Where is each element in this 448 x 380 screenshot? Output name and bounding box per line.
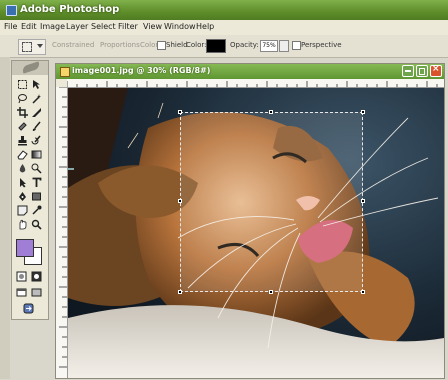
document-icon — [60, 67, 70, 77]
screen-mode-full-icon[interactable] — [31, 287, 42, 298]
shield-color-swatch[interactable] — [206, 39, 226, 53]
standard-mode-icon[interactable] — [16, 271, 27, 282]
workspace-left-edge — [0, 57, 10, 379]
opacity-stepper[interactable] — [279, 40, 289, 52]
crop-tool-icon[interactable] — [17, 107, 28, 118]
healing-brush-tool-icon[interactable] — [17, 121, 28, 132]
vertical-ruler[interactable] — [56, 86, 68, 378]
eyedropper-tool-icon[interactable] — [31, 205, 42, 216]
hand-tool-icon[interactable] — [17, 219, 28, 230]
proportions-option[interactable]: Proportions — [100, 41, 140, 49]
menu-file[interactable]: File — [4, 22, 17, 31]
rectangular-marquee-icon — [22, 42, 32, 52]
shield-label: Shield — [166, 41, 188, 49]
notes-tool-icon[interactable] — [17, 205, 28, 216]
maximize-button[interactable] — [416, 65, 428, 77]
close-button[interactable]: × — [430, 64, 442, 77]
menu-help[interactable]: Help — [196, 22, 214, 31]
screen-mode-standard-icon[interactable] — [16, 287, 27, 298]
path-selection-tool-icon[interactable] — [17, 177, 28, 188]
menu-select[interactable]: Select — [91, 22, 116, 31]
close-icon: × — [432, 64, 440, 74]
app-title: Adobe Photoshop — [20, 4, 120, 15]
clone-stamp-tool-icon[interactable] — [17, 135, 28, 146]
eraser-tool-icon[interactable] — [17, 149, 28, 160]
image-canvas[interactable] — [68, 88, 444, 378]
ruler-guide-marker[interactable] — [67, 168, 74, 170]
tool-preset-picker[interactable] — [18, 39, 46, 55]
minimize-button[interactable] — [402, 65, 414, 77]
shield-checkbox[interactable] — [157, 41, 166, 50]
gradient-tool-icon[interactable] — [31, 149, 42, 160]
menu-bar: File Edit Image Layer Select Filter View… — [0, 20, 448, 36]
menu-image[interactable]: Image — [40, 22, 65, 31]
magic-wand-tool-icon[interactable] — [31, 93, 42, 104]
chevron-down-icon — [37, 44, 43, 48]
transform-handle-bottom-left[interactable] — [178, 290, 182, 294]
mode-label: Color — [140, 41, 159, 49]
type-tool-icon[interactable] — [31, 177, 42, 188]
minimize-icon — [405, 70, 411, 72]
menu-layer[interactable]: Layer — [66, 22, 88, 31]
tool-options-bar: Constrained Proportions Color Shield Col… — [0, 35, 448, 58]
feather-logo-icon — [21, 61, 41, 74]
transform-bounding-box[interactable] — [178, 110, 365, 294]
constrained-option[interactable]: Constrained — [52, 41, 94, 49]
transform-handle-top-left[interactable] — [178, 110, 182, 114]
app-title-bar: Adobe Photoshop — [0, 0, 448, 20]
transform-handle-bottom[interactable] — [269, 290, 273, 294]
transform-handle-right[interactable] — [361, 199, 365, 203]
document-title: image001.jpg @ 30% (RGB/8#) — [72, 66, 211, 75]
lasso-tool-icon[interactable] — [17, 93, 28, 104]
perspective-label: Perspective — [301, 41, 342, 49]
transform-handle-bottom-right[interactable] — [361, 290, 365, 294]
perspective-checkbox[interactable] — [292, 41, 301, 50]
horizontal-ruler-ticks — [66, 81, 438, 87]
horizontal-ruler[interactable] — [66, 79, 444, 88]
menu-window[interactable]: Window — [164, 22, 196, 31]
pen-tool-icon[interactable] — [17, 191, 28, 202]
brush-tool-icon[interactable] — [31, 121, 42, 132]
photoshop-app-icon — [6, 5, 17, 16]
menu-view[interactable]: View — [143, 22, 162, 31]
document-title-bar[interactable]: image001.jpg @ 30% (RGB/8#) × — [56, 64, 444, 79]
dodge-tool-icon[interactable] — [31, 163, 42, 174]
shape-tool-icon[interactable] — [31, 191, 42, 202]
marquee-tool-icon[interactable] — [17, 79, 28, 90]
transform-handle-top-right[interactable] — [361, 110, 365, 114]
blur-tool-icon[interactable] — [17, 163, 28, 174]
zoom-tool-icon[interactable] — [31, 219, 42, 230]
opacity-label: Opacity: — [230, 41, 259, 49]
toolbox-header[interactable] — [12, 61, 48, 75]
maximize-icon — [419, 68, 425, 75]
toolbox — [11, 60, 49, 320]
color-label: Color: — [186, 41, 207, 49]
transform-handle-top[interactable] — [269, 110, 273, 114]
transform-handle-left[interactable] — [178, 199, 182, 203]
opacity-field[interactable]: 75% — [260, 40, 278, 52]
document-window: image001.jpg @ 30% (RGB/8#) × — [55, 63, 445, 379]
jump-to-imageready-icon[interactable] — [23, 303, 34, 314]
menu-filter[interactable]: Filter — [118, 22, 138, 31]
menu-edit[interactable]: Edit — [21, 22, 37, 31]
vertical-ruler-ticks — [59, 86, 67, 368]
move-tool-icon[interactable] — [31, 79, 42, 90]
slice-tool-icon[interactable] — [31, 107, 42, 118]
foreground-color-swatch[interactable] — [16, 239, 34, 257]
history-brush-tool-icon[interactable] — [31, 135, 42, 146]
quick-mask-mode-icon[interactable] — [31, 271, 42, 282]
